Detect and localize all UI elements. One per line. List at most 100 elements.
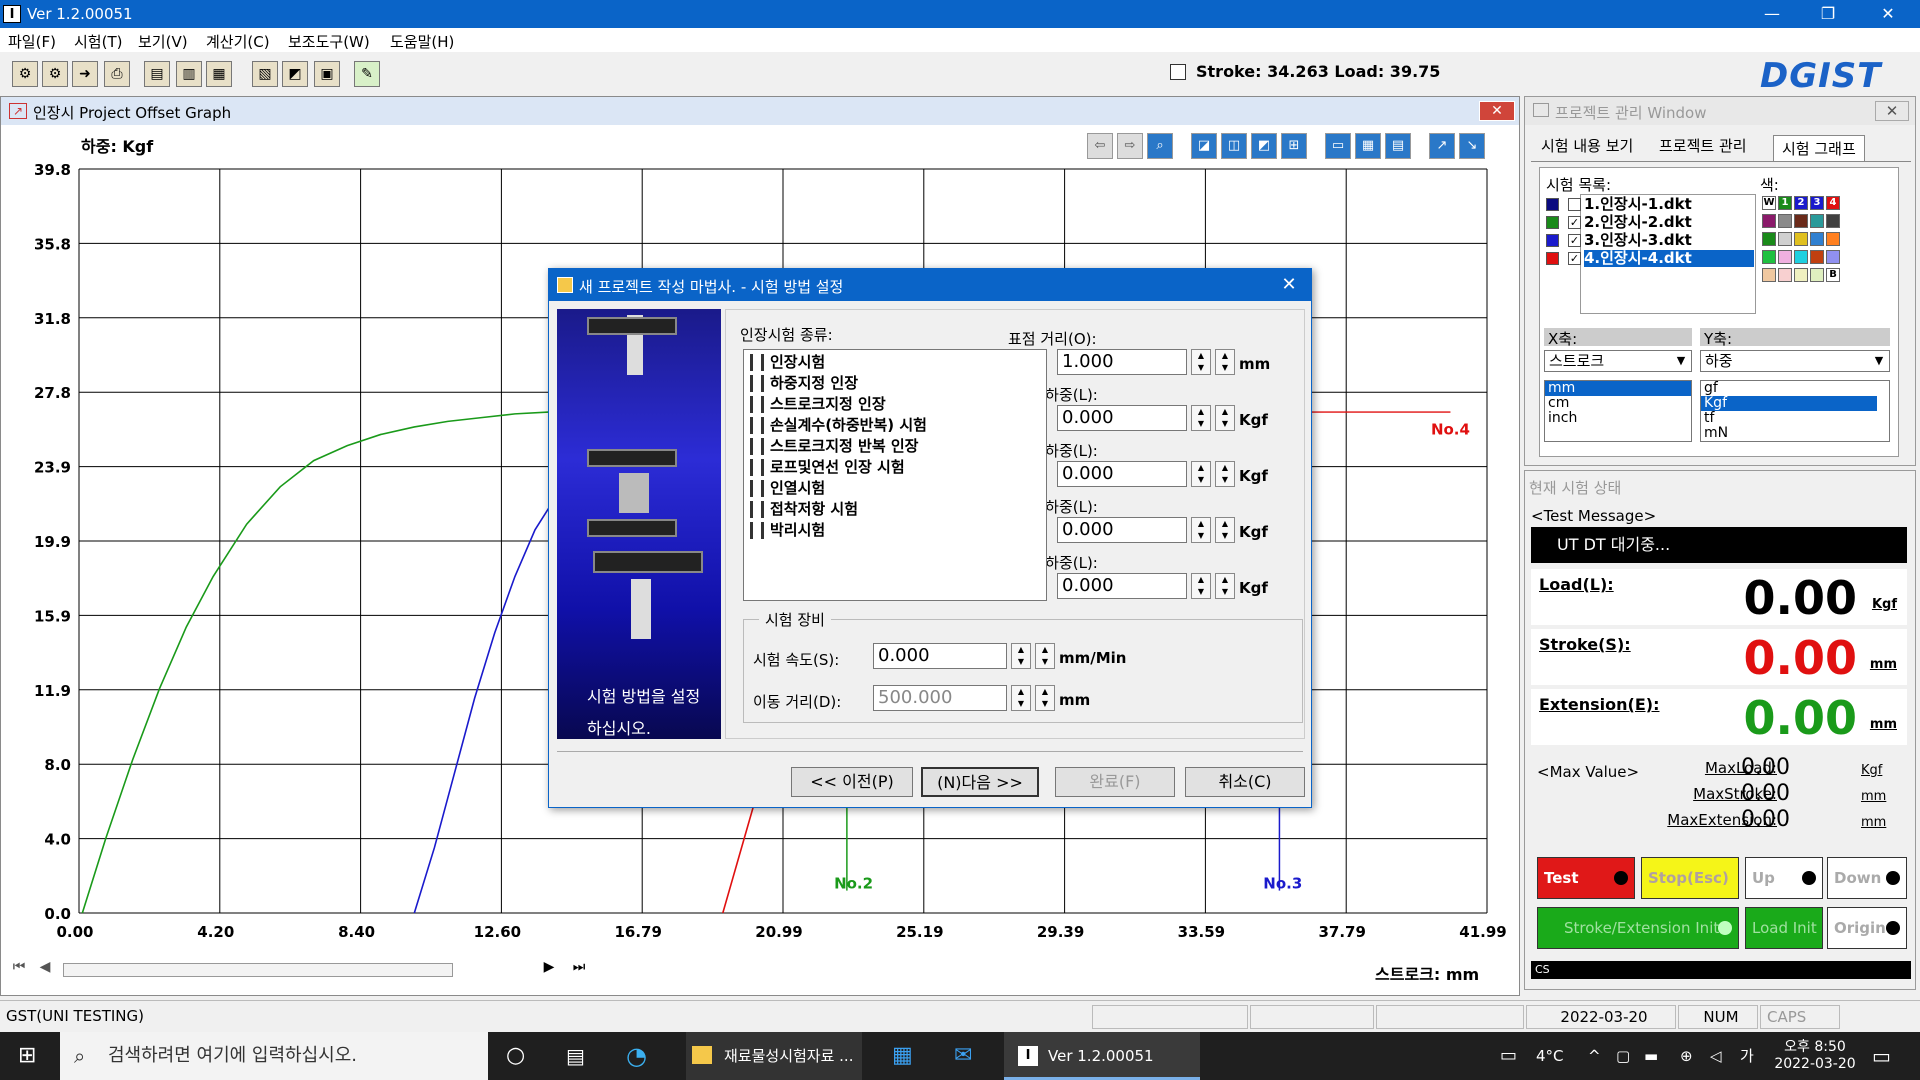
- tool-9-icon[interactable]: ◩: [282, 61, 308, 87]
- y-unit-item[interactable]: Kgf: [1701, 396, 1877, 411]
- load-init-button[interactable]: Load Init: [1745, 907, 1823, 949]
- graph-close-button[interactable]: ✕: [1479, 101, 1515, 121]
- prev-button[interactable]: << 이전(P): [791, 767, 913, 797]
- next-button[interactable]: (N)다음 >>: [921, 767, 1039, 797]
- tool-3-icon[interactable]: ➜: [72, 61, 98, 87]
- palette-color[interactable]: [1810, 268, 1824, 282]
- scroll-last-icon[interactable]: ⏭: [569, 959, 589, 981]
- palette-header[interactable]: 4: [1826, 196, 1840, 210]
- y-axis-select[interactable]: 하중 ▼: [1700, 350, 1890, 372]
- tool-10-icon[interactable]: ▣: [314, 61, 340, 87]
- palette-color[interactable]: [1826, 232, 1840, 246]
- clock-time[interactable]: 오후 8:50: [1772, 1036, 1858, 1056]
- tool-5-icon[interactable]: ▤: [144, 61, 170, 87]
- scroll-first-icon[interactable]: ⏮: [9, 959, 29, 981]
- load3-input[interactable]: 0.000: [1057, 517, 1187, 543]
- scroll-track[interactable]: [63, 963, 453, 977]
- palette-color[interactable]: [1762, 214, 1776, 228]
- palette-color[interactable]: [1810, 232, 1824, 246]
- speed-spin-2[interactable]: ▲ ▼: [1035, 643, 1055, 669]
- load1-input[interactable]: 0.000: [1057, 405, 1187, 431]
- menu-view[interactable]: 보기(V): [138, 31, 188, 52]
- test-type-item[interactable]: 로프및연선 인장 시험: [744, 457, 1046, 478]
- palette-color[interactable]: [1794, 250, 1808, 264]
- tool-7-icon[interactable]: ▦: [206, 61, 232, 87]
- palette-color[interactable]: [1794, 268, 1808, 282]
- menu-calculator[interactable]: 계산기(C): [206, 31, 270, 52]
- start-icon[interactable]: ⊞: [18, 1032, 46, 1080]
- load3-spin-1[interactable]: ▲ ▼: [1191, 517, 1211, 543]
- test-list-item[interactable]: 3.인장시-3.dkt: [1584, 232, 1754, 249]
- load4-spin-1[interactable]: ▲ ▼: [1191, 573, 1211, 599]
- test-list-item[interactable]: 4.인장시-4.dkt: [1584, 250, 1754, 267]
- test-type-item[interactable]: 접착저항 시험: [744, 499, 1046, 520]
- load2-spin-2[interactable]: ▲ ▼: [1215, 461, 1235, 487]
- taskbar-search[interactable]: ⌕ 검색하려면 여기에 입력하십시오.: [60, 1032, 488, 1080]
- palette-color[interactable]: [1778, 250, 1792, 264]
- tool-6-icon[interactable]: ▥: [176, 61, 202, 87]
- palette-color[interactable]: [1762, 232, 1776, 246]
- x-unit-item[interactable]: mm: [1545, 381, 1691, 396]
- tab-test-graph[interactable]: 시험 그래프: [1773, 135, 1865, 161]
- y-unit-item[interactable]: gf: [1701, 381, 1889, 396]
- dialog-close-button[interactable]: ✕: [1269, 271, 1309, 299]
- stroke-extension-init-button[interactable]: Stroke/Extension Init: [1537, 907, 1739, 949]
- palette-color[interactable]: [1778, 268, 1792, 282]
- tool-1-icon[interactable]: ⚙: [12, 61, 38, 87]
- project-close-button[interactable]: ✕: [1875, 101, 1909, 121]
- up-button[interactable]: Up: [1745, 857, 1823, 899]
- battery-icon[interactable]: ▬: [1644, 1032, 1664, 1080]
- palette-color[interactable]: [1762, 250, 1776, 264]
- distance-spin-1[interactable]: ▲ ▼: [1011, 685, 1031, 711]
- test-color-swatch[interactable]: [1546, 252, 1559, 265]
- down-button[interactable]: Down: [1827, 857, 1907, 899]
- tool-8-icon[interactable]: ▧: [252, 61, 278, 87]
- test-checkbox[interactable]: [1568, 198, 1581, 211]
- close-button[interactable]: ✕: [1860, 0, 1916, 28]
- taskbar-app[interactable]: I Ver 1.2.00051: [1004, 1032, 1200, 1080]
- test-color-swatch[interactable]: [1546, 198, 1559, 211]
- palette-color[interactable]: [1810, 214, 1824, 228]
- test-type-item[interactable]: 인장시험: [744, 352, 1046, 373]
- menu-file[interactable]: 파일(F): [8, 31, 56, 52]
- y-unit-list[interactable]: gf Kgf tf mN: [1700, 380, 1890, 442]
- x-unit-list[interactable]: mm cm inch: [1544, 380, 1692, 442]
- test-list-item[interactable]: 1.인장시-1.dkt: [1584, 196, 1754, 213]
- gauge-spin-2[interactable]: ▲ ▼: [1215, 349, 1235, 375]
- test-checkbox[interactable]: ✓: [1568, 234, 1581, 247]
- menu-help[interactable]: 도움말(H): [390, 31, 454, 52]
- store-icon[interactable]: ▦: [892, 1032, 922, 1080]
- print-icon[interactable]: ⎙: [104, 61, 130, 87]
- tray-icon[interactable]: ▢: [1616, 1032, 1636, 1080]
- mail-icon[interactable]: ✉: [954, 1032, 984, 1080]
- stroke-load-checkbox[interactable]: [1170, 64, 1186, 80]
- distance-input[interactable]: 500.000: [873, 685, 1007, 711]
- test-type-item[interactable]: 박리시험: [744, 520, 1046, 541]
- ime-indicator[interactable]: 가: [1740, 1032, 1760, 1080]
- finish-button[interactable]: 완료(F): [1055, 767, 1175, 797]
- volume-icon[interactable]: ◁: [1710, 1032, 1730, 1080]
- speed-input[interactable]: 0.000: [873, 643, 1007, 669]
- test-type-item[interactable]: 스트로크지정 반복 인장: [744, 436, 1046, 457]
- menu-test[interactable]: 시험(T): [74, 31, 122, 52]
- minimize-button[interactable]: —: [1744, 0, 1800, 28]
- load4-input[interactable]: 0.000: [1057, 573, 1187, 599]
- distance-spin-2[interactable]: ▲ ▼: [1035, 685, 1055, 711]
- gauge-length-input[interactable]: 1.000: [1057, 349, 1187, 375]
- test-checkbox[interactable]: ✓: [1568, 216, 1581, 229]
- tool-2-icon[interactable]: ⚙: [42, 61, 68, 87]
- test-color-swatch[interactable]: [1546, 216, 1559, 229]
- palette-color[interactable]: B: [1826, 268, 1840, 282]
- x-unit-item[interactable]: cm: [1545, 396, 1691, 411]
- palette-color[interactable]: [1810, 250, 1824, 264]
- clock-date[interactable]: 2022-03-20: [1772, 1056, 1858, 1072]
- test-type-item[interactable]: 스트로크지정 인장: [744, 394, 1046, 415]
- load4-spin-2[interactable]: ▲ ▼: [1215, 573, 1235, 599]
- load3-spin-2[interactable]: ▲ ▼: [1215, 517, 1235, 543]
- menu-tools[interactable]: 보조도구(W): [288, 31, 370, 52]
- edge-icon[interactable]: ◔: [626, 1032, 660, 1080]
- palette-color[interactable]: [1778, 232, 1792, 246]
- scroll-next-icon[interactable]: ▶: [539, 959, 559, 981]
- palette-color[interactable]: [1826, 250, 1840, 264]
- load2-input[interactable]: 0.000: [1057, 461, 1187, 487]
